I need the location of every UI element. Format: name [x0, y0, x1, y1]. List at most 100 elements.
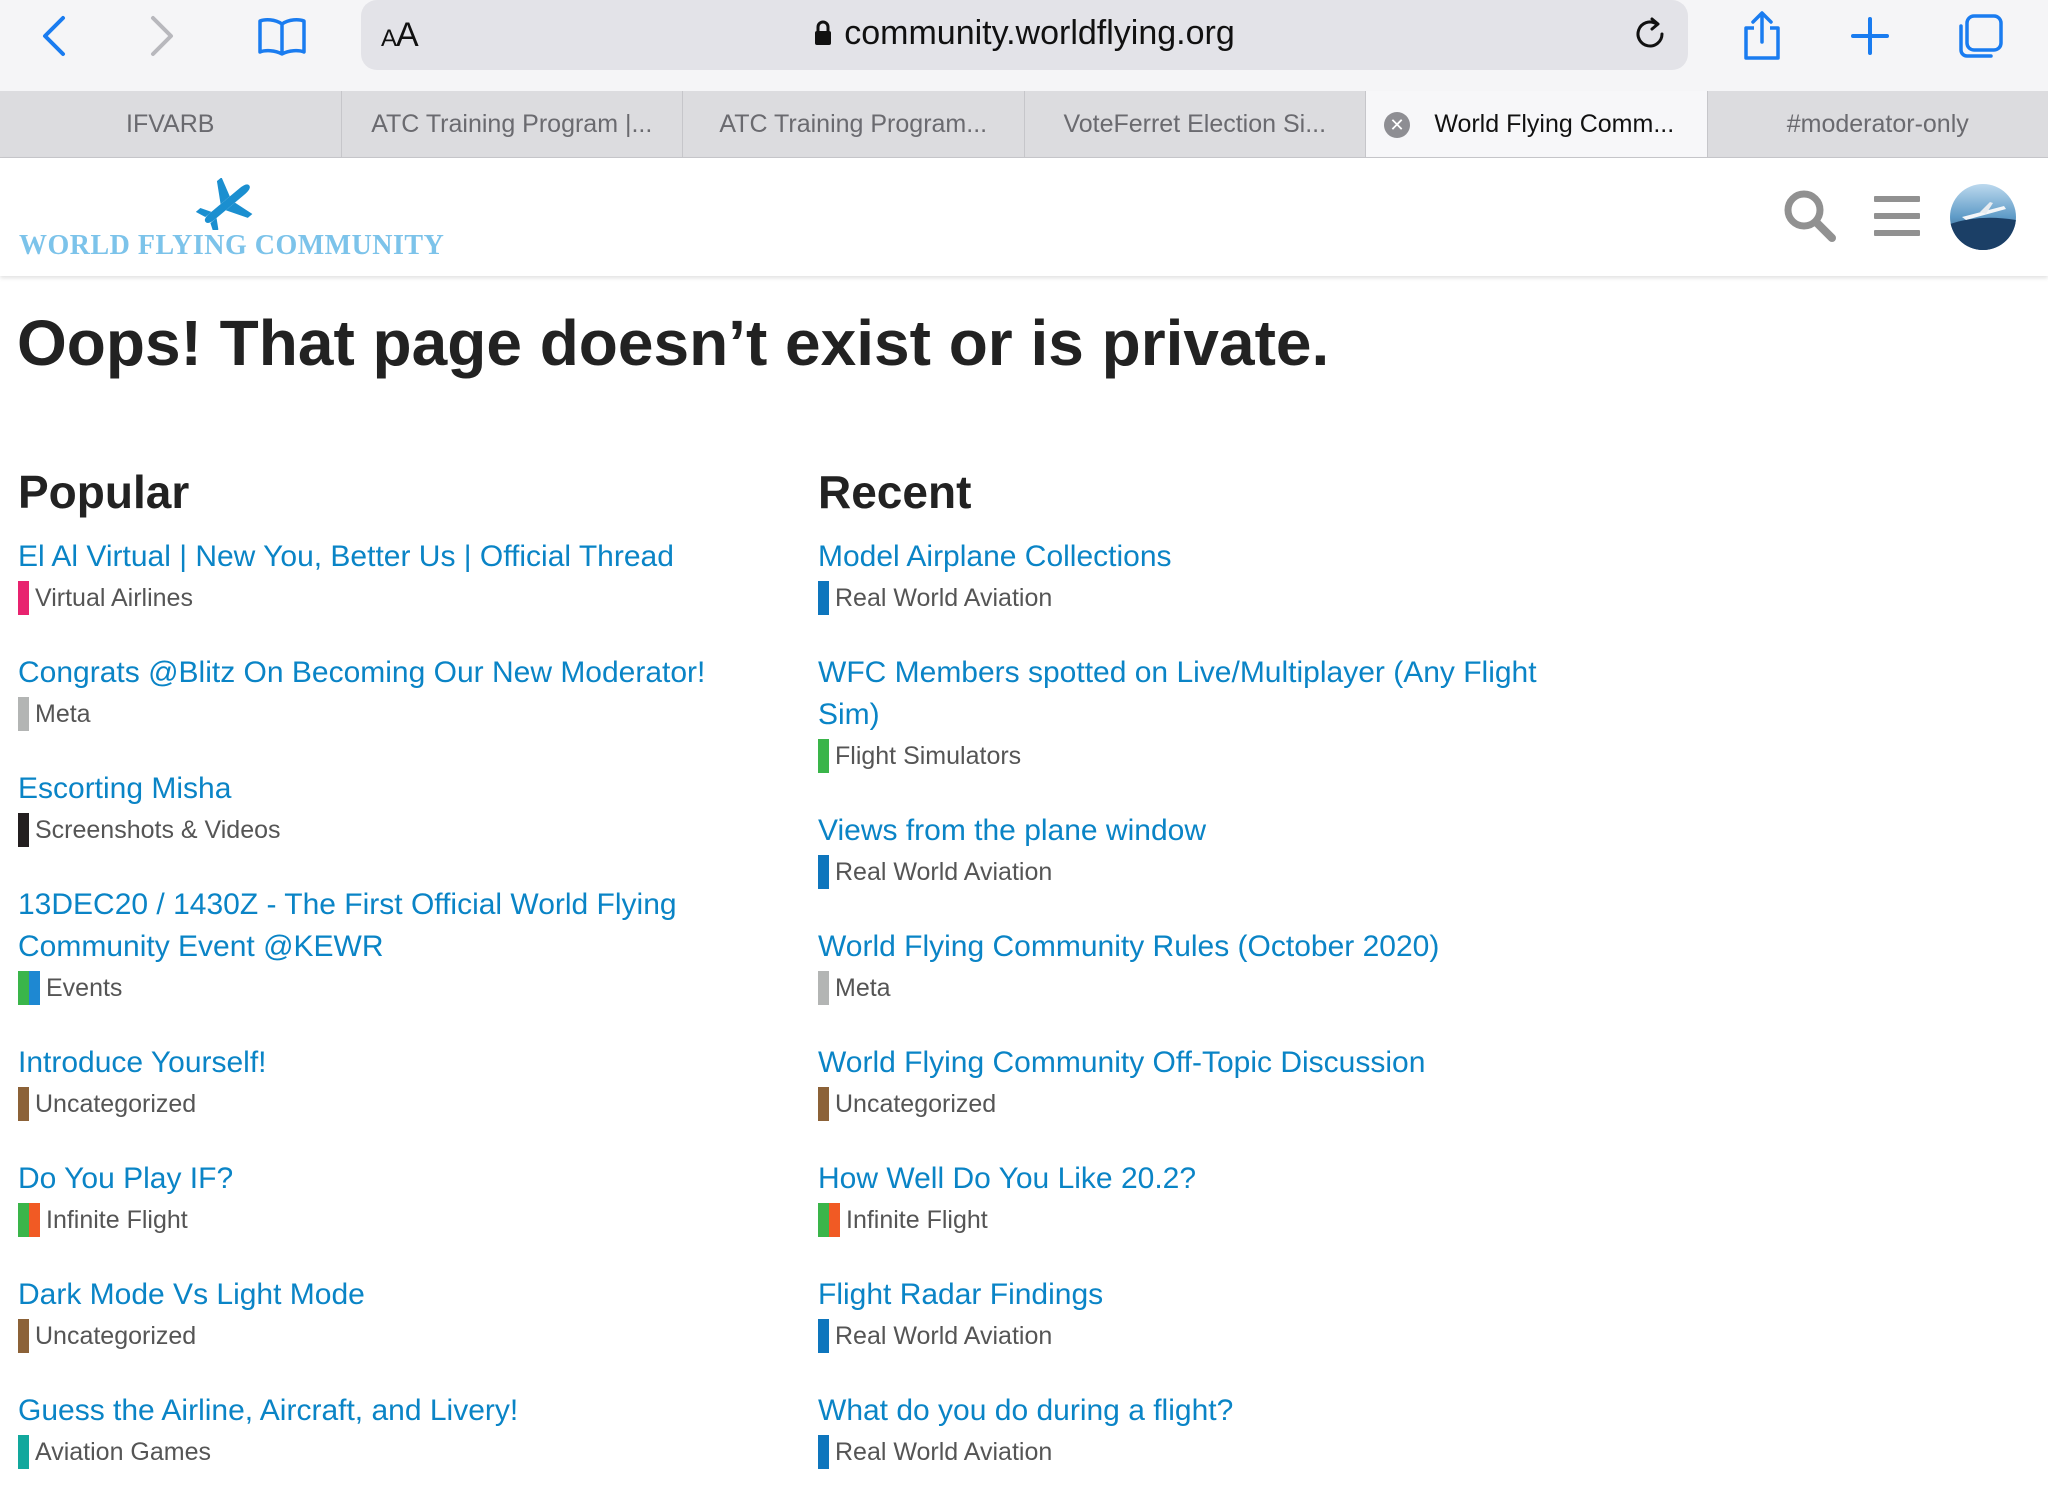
- tab-label: ATC Training Program |...: [371, 110, 652, 139]
- category-badge[interactable]: Virtual Airlines: [18, 580, 778, 616]
- category-color-swatch: [818, 1087, 829, 1121]
- category-badge[interactable]: Uncategorized: [18, 1318, 778, 1354]
- category-name: Real World Aviation: [835, 1319, 1052, 1353]
- topic-link[interactable]: 13DEC20 / 1430Z - The First Official Wor…: [18, 884, 778, 968]
- category-name: Aviation Games: [35, 1435, 211, 1469]
- tabs-overview-icon[interactable]: [1954, 10, 2006, 62]
- category-badge[interactable]: Uncategorized: [18, 1086, 778, 1122]
- category-color-swatch: [18, 697, 29, 731]
- category-color-swatch: [818, 1319, 829, 1353]
- category-badge[interactable]: Infinite Flight: [818, 1202, 1578, 1238]
- topic-link[interactable]: WFC Members spotted on Live/Multiplayer …: [818, 652, 1578, 736]
- category-name: Real World Aviation: [835, 855, 1052, 889]
- recent-list: Model Airplane CollectionsReal World Avi…: [818, 536, 1578, 1470]
- tab-world-flying-community[interactable]: ✕ World Flying Comm...: [1366, 91, 1708, 157]
- popular-section: Popular El Al Virtual | New You, Better …: [18, 462, 778, 1506]
- category-color-swatch: [18, 1319, 29, 1353]
- category-badge[interactable]: Uncategorized: [818, 1086, 1578, 1122]
- page-title: Oops! That page doesn’t exist or is priv…: [17, 306, 1329, 380]
- topic-link[interactable]: Model Airplane Collections: [818, 536, 1578, 578]
- url-text: community.worldflying.org: [844, 14, 1235, 52]
- category-name: Real World Aviation: [835, 581, 1052, 615]
- tab-label: ATC Training Program...: [719, 110, 987, 139]
- reload-icon[interactable]: [1630, 14, 1670, 54]
- topic-list-item: Escorting MishaScreenshots & Videos: [18, 768, 778, 848]
- recent-heading: Recent: [818, 462, 1578, 522]
- category-color-swatch: [18, 1435, 29, 1469]
- hamburger-menu-icon[interactable]: [1872, 194, 1922, 243]
- tab-label: #moderator-only: [1787, 110, 1969, 139]
- category-color-swatch: [18, 813, 29, 847]
- category-color-swatch: [18, 1087, 29, 1121]
- url-display: community.worldflying.org: [361, 14, 1688, 55]
- topic-link[interactable]: Congrats @Blitz On Becoming Our New Mode…: [18, 652, 778, 694]
- user-avatar[interactable]: [1950, 184, 2016, 250]
- topic-list-item: El Al Virtual | New You, Better Us | Off…: [18, 536, 778, 616]
- topic-link[interactable]: World Flying Community Off-Topic Discuss…: [818, 1042, 1578, 1084]
- airplane-icon: [196, 178, 258, 235]
- new-tab-icon[interactable]: [1844, 10, 1896, 62]
- topic-list-item: World Flying Community Rules (October 20…: [818, 926, 1578, 1006]
- topic-list-item: Dark Mode Vs Light ModeUncategorized: [18, 1274, 778, 1354]
- search-icon[interactable]: [1782, 188, 1838, 249]
- category-color-swatch: [818, 855, 829, 889]
- forward-icon[interactable]: [136, 10, 188, 62]
- bookmarks-icon[interactable]: [256, 10, 308, 62]
- topic-link[interactable]: Do You Play IF?: [18, 1158, 778, 1200]
- topic-link[interactable]: Introduce Yourself!: [18, 1042, 778, 1084]
- category-name: Meta: [35, 697, 91, 731]
- browser-toolbar: AA community.worldflying.org: [0, 0, 2048, 91]
- address-bar[interactable]: AA community.worldflying.org: [361, 0, 1688, 70]
- topic-list-item: World Flying Community Off-Topic Discuss…: [818, 1042, 1578, 1122]
- tab-moderator-only[interactable]: #moderator-only: [1708, 91, 2048, 157]
- share-icon[interactable]: [1736, 10, 1788, 62]
- topic-link[interactable]: El Al Virtual | New You, Better Us | Off…: [18, 536, 778, 578]
- topic-link[interactable]: Dark Mode Vs Light Mode: [18, 1274, 778, 1316]
- category-color-swatch: [18, 1203, 40, 1237]
- topic-link[interactable]: How Well Do You Like 20.2?: [818, 1158, 1578, 1200]
- recent-section: Recent Model Airplane CollectionsReal Wo…: [818, 462, 1578, 1506]
- tab-atc-training-2[interactable]: ATC Training Program...: [683, 91, 1025, 157]
- category-badge[interactable]: Infinite Flight: [18, 1202, 778, 1238]
- category-badge[interactable]: Meta: [18, 696, 778, 732]
- close-tab-icon[interactable]: ✕: [1384, 112, 1410, 138]
- category-badge[interactable]: Aviation Games: [18, 1434, 778, 1470]
- category-badge[interactable]: Real World Aviation: [818, 854, 1578, 890]
- tab-label: World Flying Comm...: [1398, 110, 1674, 139]
- topic-link[interactable]: What do you do during a flight?: [818, 1390, 1578, 1432]
- topic-list-item: Do You Play IF?Infinite Flight: [18, 1158, 778, 1238]
- category-name: Meta: [835, 971, 891, 1005]
- logo-text: WORLD FLYING COMMUNITY: [19, 230, 444, 262]
- topic-list-item: How Well Do You Like 20.2?Infinite Fligh…: [818, 1158, 1578, 1238]
- category-name: Uncategorized: [35, 1087, 196, 1121]
- topic-list-item: Model Airplane CollectionsReal World Avi…: [818, 536, 1578, 616]
- back-icon[interactable]: [28, 10, 80, 62]
- category-badge[interactable]: Real World Aviation: [818, 1318, 1578, 1354]
- category-badge[interactable]: Events: [18, 970, 778, 1006]
- topic-link[interactable]: Guess the Airline, Aircraft, and Livery!: [18, 1390, 778, 1432]
- category-badge[interactable]: Real World Aviation: [818, 1434, 1578, 1470]
- topic-link[interactable]: World Flying Community Rules (October 20…: [818, 926, 1578, 968]
- category-name: Uncategorized: [835, 1087, 996, 1121]
- topic-list-item: Views from the plane windowReal World Av…: [818, 810, 1578, 890]
- topic-link[interactable]: Escorting Misha: [18, 768, 778, 810]
- topic-link[interactable]: Flight Radar Findings: [818, 1274, 1578, 1316]
- category-name: Flight Simulators: [835, 739, 1021, 773]
- category-badge[interactable]: Meta: [818, 970, 1578, 1006]
- topic-list-item: Congrats @Blitz On Becoming Our New Mode…: [18, 652, 778, 732]
- category-badge[interactable]: Real World Aviation: [818, 580, 1578, 616]
- category-name: Real World Aviation: [835, 1435, 1052, 1469]
- popular-heading: Popular: [18, 462, 778, 522]
- tab-label: IFVARB: [126, 110, 214, 139]
- lock-icon: [814, 16, 832, 55]
- category-color-swatch: [18, 581, 29, 615]
- category-badge[interactable]: Flight Simulators: [818, 738, 1578, 774]
- category-color-swatch: [818, 971, 829, 1005]
- tab-atc-training-1[interactable]: ATC Training Program |...: [342, 91, 684, 157]
- category-color-swatch: [818, 1435, 829, 1469]
- tab-ifvarb[interactable]: IFVARB: [0, 91, 342, 157]
- category-badge[interactable]: Screenshots & Videos: [18, 812, 778, 848]
- topic-link[interactable]: Views from the plane window: [818, 810, 1578, 852]
- tab-voteferret[interactable]: VoteFerret Election Si...: [1025, 91, 1367, 157]
- tab-bar: IFVARB ATC Training Program |... ATC Tra…: [0, 91, 2048, 158]
